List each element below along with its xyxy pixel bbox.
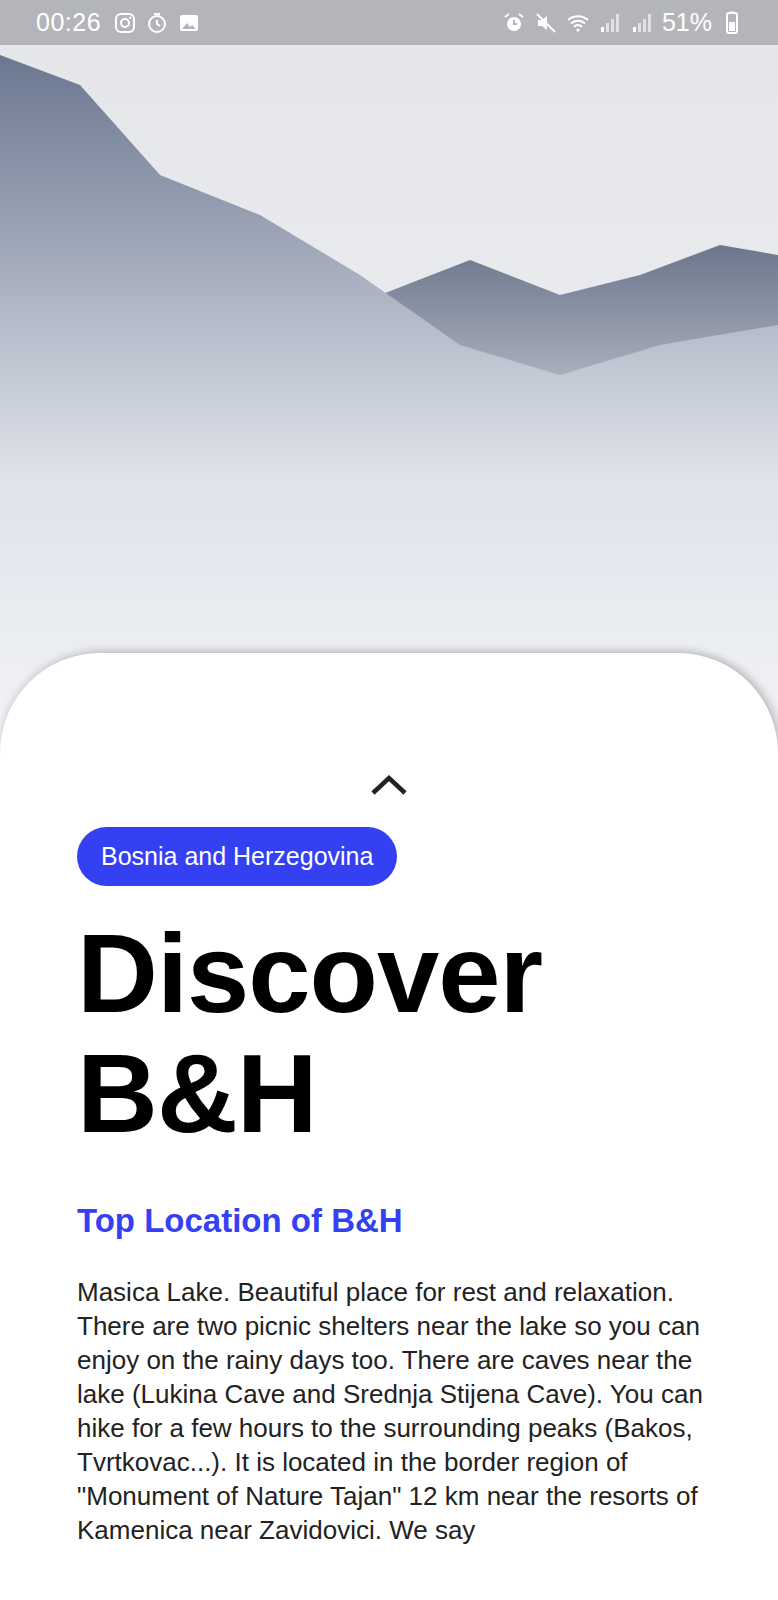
details-sheet: Bosnia and Herzegovina Discover B&H Top … (0, 653, 778, 1600)
battery-icon (720, 11, 744, 35)
wifi-icon (566, 11, 590, 35)
section-title: Top Location of B&H (77, 1201, 718, 1241)
mute-icon (534, 11, 558, 35)
expand-handle[interactable] (60, 773, 718, 827)
signal-icon (598, 11, 622, 35)
gallery-icon (177, 11, 201, 35)
page-title: Discover B&H (77, 914, 718, 1154)
location-description: Masica Lake. Beautiful place for rest an… (77, 1275, 718, 1547)
status-time: 00:26 (36, 4, 101, 42)
battery-level: 51% (662, 4, 712, 42)
timer-icon (145, 11, 169, 35)
country-badge[interactable]: Bosnia and Herzegovina (77, 827, 397, 886)
alarm-icon (502, 11, 526, 35)
chevron-up-icon[interactable] (369, 773, 409, 797)
status-bar: 00:26 51% (0, 0, 778, 45)
instagram-icon (113, 11, 137, 35)
signal-icon (630, 11, 654, 35)
